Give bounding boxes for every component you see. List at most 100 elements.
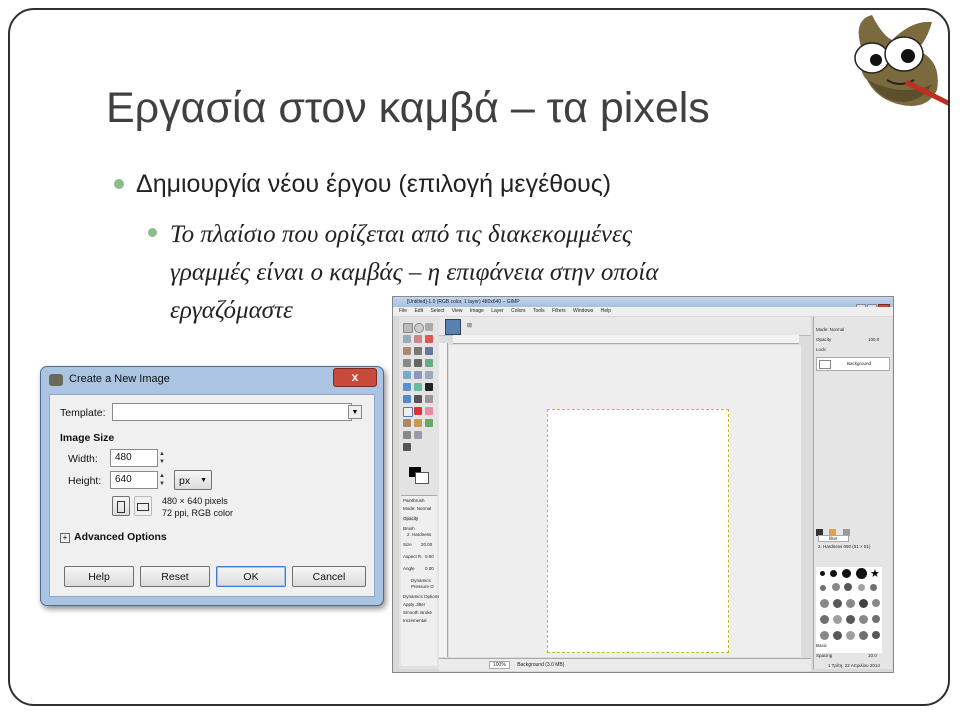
brush-category[interactable]: Basic <box>816 643 827 648</box>
tool-mode[interactable]: Mode: Normal <box>403 506 431 511</box>
dialog-titlebar[interactable]: Create a New Image x <box>41 367 383 393</box>
menu-file[interactable]: File <box>399 308 407 314</box>
brush-item[interactable] <box>856 568 867 579</box>
brush-item[interactable] <box>842 569 851 578</box>
zoom-select[interactable]: 100% <box>489 661 510 669</box>
height-stepper[interactable]: ▲ ▼ <box>158 472 166 488</box>
reset-button[interactable]: Reset <box>140 566 210 587</box>
chevron-down-icon[interactable]: ▼ <box>348 405 362 419</box>
scale-tool-icon[interactable] <box>403 383 411 391</box>
crop-tool-icon[interactable] <box>414 371 422 379</box>
brush-item[interactable] <box>820 571 825 576</box>
portrait-orientation-button[interactable] <box>112 496 130 516</box>
smudge-tool-icon[interactable] <box>403 431 411 439</box>
tool-size-value[interactable]: 20.00 <box>421 542 432 547</box>
menu-image[interactable]: Image <box>470 308 484 314</box>
star-brush-icon[interactable]: ★ <box>870 567 880 580</box>
dynamics-options-expander[interactable]: Dynamics Options <box>403 594 440 599</box>
layers-mode[interactable]: Mode: Normal <box>816 327 844 332</box>
brush-item[interactable] <box>872 599 880 607</box>
image-canvas[interactable] <box>547 409 729 653</box>
brush-item[interactable] <box>820 599 829 608</box>
expand-icon[interactable]: + <box>60 533 70 543</box>
cage-tool-icon[interactable] <box>414 395 422 403</box>
menu-edit[interactable]: Edit <box>414 308 423 314</box>
brush-item[interactable] <box>846 615 855 624</box>
vertical-ruler[interactable] <box>439 343 448 657</box>
brush-item[interactable] <box>833 631 842 640</box>
height-input[interactable]: 640 <box>110 471 158 489</box>
layers-opacity-value[interactable]: 100.0 <box>868 337 879 342</box>
help-button[interactable]: Help <box>64 566 134 587</box>
ok-button[interactable]: OK <box>216 566 286 587</box>
color-picker-tool-icon[interactable] <box>425 347 433 355</box>
brush-item[interactable] <box>872 631 880 639</box>
color-select-tool-icon[interactable] <box>414 335 422 343</box>
apply-jitter-checkbox[interactable]: Apply Jitter <box>403 602 425 607</box>
measure-tool-icon[interactable] <box>414 359 422 367</box>
brush-item[interactable] <box>832 583 840 591</box>
brush-item[interactable] <box>820 631 829 640</box>
menu-filters[interactable]: Filters <box>552 308 566 314</box>
background-color-swatch[interactable] <box>415 472 429 484</box>
menu-select[interactable]: Select <box>430 308 444 314</box>
tool-dynamics-value[interactable]: Pressure O <box>411 584 434 589</box>
rect-select-tool-icon[interactable] <box>403 323 413 333</box>
shear-tool-icon[interactable] <box>414 383 422 391</box>
paintbrush-tool-icon[interactable] <box>403 407 413 417</box>
foreground-select-tool-icon[interactable] <box>403 347 411 355</box>
scissors-tool-icon[interactable] <box>425 335 433 343</box>
brush-item[interactable] <box>858 584 865 591</box>
unit-select[interactable]: px ▼ <box>174 470 212 490</box>
brush-item[interactable] <box>846 599 855 608</box>
brush-item[interactable] <box>859 631 868 640</box>
spacing-value[interactable]: 10.0 <box>868 653 877 658</box>
brush-item[interactable] <box>870 584 877 591</box>
canvas-workspace[interactable] <box>449 345 801 657</box>
brush-filter-input[interactable]: filter <box>818 535 849 542</box>
brush-item[interactable] <box>833 599 842 608</box>
tool-angle-value[interactable]: 0.00 <box>425 566 434 571</box>
eye-icon[interactable] <box>819 360 831 369</box>
align-tool-icon[interactable] <box>403 371 411 379</box>
zoom-tool-icon[interactable] <box>403 359 411 367</box>
brush-item[interactable] <box>833 615 842 624</box>
tool-aspect-value[interactable]: 0.00 <box>425 554 434 559</box>
menu-colors[interactable]: Colors <box>511 308 525 314</box>
text-tool-icon[interactable] <box>425 383 433 391</box>
menu-tools[interactable]: Tools <box>533 308 545 314</box>
menu-windows[interactable]: Windows <box>573 308 593 314</box>
brush-item[interactable] <box>820 585 826 591</box>
flip-tool-icon[interactable] <box>403 395 411 403</box>
width-stepper[interactable]: ▲ ▼ <box>158 450 166 466</box>
incremental-checkbox[interactable]: Incremental <box>403 618 427 623</box>
layer-row[interactable]: Background <box>816 357 890 371</box>
airbrush-tool-icon[interactable] <box>425 407 433 415</box>
brush-grid[interactable]: ★ <box>816 567 882 653</box>
rotate-tool-icon[interactable] <box>425 371 433 379</box>
template-select[interactable] <box>112 403 352 421</box>
brush-item[interactable] <box>820 615 829 624</box>
brush-item[interactable] <box>859 599 868 608</box>
advanced-options-expander[interactable]: Advanced Options <box>74 531 167 543</box>
paths-tool-icon[interactable] <box>414 347 422 355</box>
free-select-tool-icon[interactable] <box>425 323 433 331</box>
clone-tool-icon[interactable] <box>414 419 422 427</box>
landscape-orientation-button[interactable] <box>134 496 152 516</box>
horizontal-ruler[interactable] <box>453 335 799 344</box>
menu-view[interactable]: View <box>452 308 463 314</box>
menu-help[interactable]: Help <box>601 308 611 314</box>
tool-opacity[interactable]: Opacity <box>403 516 419 521</box>
ink-tool-icon[interactable] <box>403 419 411 427</box>
move-tool-icon[interactable] <box>425 359 433 367</box>
smooth-stroke-checkbox[interactable]: Smooth stroke <box>403 610 432 615</box>
menu-layer[interactable]: Layer <box>491 308 504 314</box>
eraser-tool-icon[interactable] <box>414 407 422 415</box>
heal-tool-icon[interactable] <box>425 419 433 427</box>
brush-item[interactable] <box>844 583 852 591</box>
cancel-button[interactable]: Cancel <box>292 566 366 587</box>
bucket-fill-tool-icon[interactable] <box>425 395 433 403</box>
brush-item[interactable] <box>859 615 868 624</box>
width-input[interactable]: 480 <box>110 449 158 467</box>
convolve-tool-icon[interactable] <box>403 443 411 451</box>
